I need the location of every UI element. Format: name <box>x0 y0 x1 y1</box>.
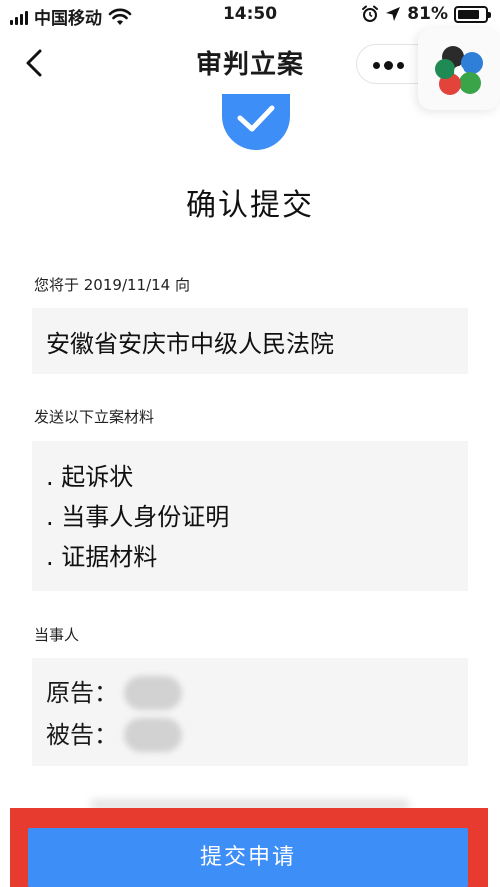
defendant-name-redacted <box>124 718 182 752</box>
parties-box: 原告： 被告： <box>32 658 468 766</box>
material-item: . 当事人身份证明 <box>46 503 230 531</box>
plaintiff-row: 原告： <box>46 672 454 714</box>
success-check-icon <box>222 94 290 150</box>
plaintiff-label: 原告： <box>46 679 118 707</box>
location-arrow-icon <box>386 7 401 21</box>
confirm-title: 确认提交 <box>186 188 314 223</box>
battery-icon <box>454 5 491 23</box>
battery-fill <box>458 9 480 19</box>
send-date-label: 您将于 2019/11/14 向 <box>34 276 190 294</box>
app-logo-icon <box>435 46 483 95</box>
battery-percent: 81% <box>407 4 448 24</box>
status-right: 81% <box>361 4 491 24</box>
defendant-row: 被告： <box>46 714 454 756</box>
defendant-label: 被告： <box>46 721 118 749</box>
app-logo <box>418 28 500 110</box>
court-name: 安徽省安庆市中级人民法院 <box>46 330 334 358</box>
parties-label: 当事人 <box>34 626 80 644</box>
material-item: . 起诉状 <box>46 463 134 491</box>
plaintiff-name-redacted <box>124 676 182 710</box>
more-icon[interactable] <box>373 56 404 74</box>
court-box: 安徽省安庆市中级人民法院 <box>32 308 468 374</box>
materials-label: 发送以下立案材料 <box>34 408 155 426</box>
submit-button[interactable]: 提交申请 <box>28 828 468 887</box>
alarm-icon <box>362 5 379 22</box>
materials-box: . 起诉状 . 当事人身份证明 . 证据材料 <box>32 441 468 591</box>
material-item: . 证据材料 <box>46 543 158 571</box>
